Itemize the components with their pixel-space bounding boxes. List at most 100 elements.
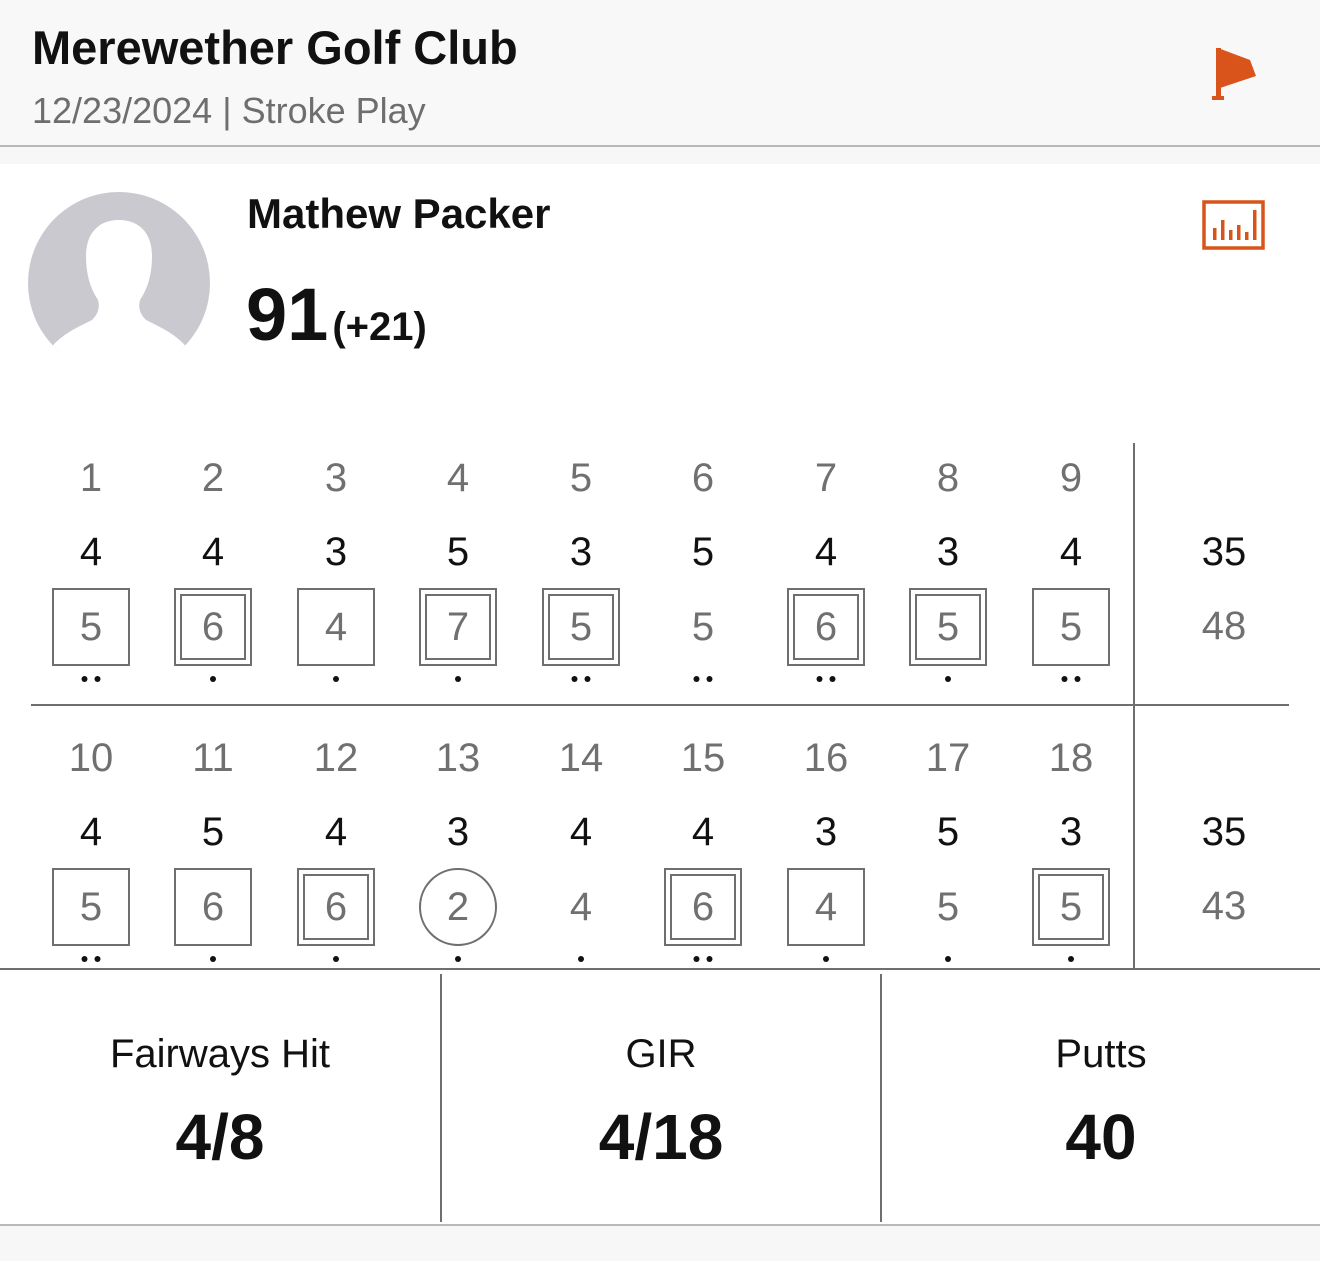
subtitle-separator: | bbox=[222, 90, 232, 131]
hole-par: 3 bbox=[324, 530, 348, 574]
hole-number: 11 bbox=[192, 736, 234, 780]
flag-icon[interactable] bbox=[1206, 42, 1262, 104]
hole-number: 16 bbox=[803, 736, 849, 780]
hole-par: 5 bbox=[691, 530, 715, 574]
putt-dot bbox=[210, 676, 216, 682]
hole-score[interactable]: 5 bbox=[909, 588, 987, 666]
hole-score-value: 6 bbox=[814, 604, 838, 649]
putt-dot bbox=[333, 676, 339, 682]
hole-score[interactable]: 6 bbox=[664, 868, 742, 946]
hole-score-value: 2 bbox=[446, 884, 470, 929]
hole-score[interactable]: 6 bbox=[174, 588, 252, 666]
nine-score-total: 48 bbox=[1201, 604, 1247, 648]
putt-dots bbox=[333, 956, 339, 964]
hole-score-value: 4 bbox=[569, 884, 593, 929]
hole-score[interactable]: 5 bbox=[542, 588, 620, 666]
putt-dot bbox=[1061, 676, 1068, 682]
putt-dot bbox=[333, 956, 339, 962]
hole-score-value: 4 bbox=[324, 604, 348, 649]
hole-number: 7 bbox=[814, 456, 838, 500]
putt-dots bbox=[571, 676, 591, 684]
round-header: Merewether Golf Club 12/23/2024 | Stroke… bbox=[0, 0, 1320, 147]
hole-score[interactable]: 6 bbox=[787, 588, 865, 666]
hole-number: 8 bbox=[936, 456, 960, 500]
hole-score-value: 5 bbox=[1059, 604, 1083, 649]
hole-score-value: 6 bbox=[201, 604, 225, 649]
putt-dot bbox=[693, 676, 700, 682]
putt-dots bbox=[210, 956, 216, 964]
hole-score[interactable]: 5 bbox=[52, 868, 130, 946]
hole-score-value: 7 bbox=[446, 604, 470, 649]
nine-score-total: 43 bbox=[1201, 884, 1247, 928]
hole-par: 4 bbox=[569, 810, 593, 854]
putt-dot bbox=[578, 956, 584, 962]
hole-score[interactable]: 5 bbox=[1032, 588, 1110, 666]
hole-score[interactable]: 2 bbox=[419, 868, 497, 946]
putt-dots bbox=[816, 676, 836, 684]
round-date: 12/23/2024 bbox=[32, 90, 213, 131]
hole-score[interactable]: 4 bbox=[542, 868, 620, 946]
hole-score[interactable]: 4 bbox=[787, 868, 865, 946]
hole-number: 10 bbox=[68, 736, 114, 780]
hole-score-value: 5 bbox=[1059, 884, 1083, 929]
fairways-hit-value: 4/8 bbox=[175, 1101, 265, 1173]
fairways-hit-label: Fairways Hit bbox=[109, 1032, 331, 1076]
putt-dots bbox=[455, 956, 461, 964]
nine-par-total: 35 bbox=[1201, 530, 1247, 574]
hole-number: 4 bbox=[446, 456, 470, 500]
hole-number: 14 bbox=[558, 736, 604, 780]
hole-score[interactable]: 4 bbox=[297, 588, 375, 666]
hole-score-value: 6 bbox=[324, 884, 348, 929]
hole-number: 13 bbox=[435, 736, 481, 780]
hole-par: 4 bbox=[324, 810, 348, 854]
putt-dots bbox=[693, 956, 713, 964]
putt-dots bbox=[823, 956, 829, 964]
fairways-hit-stat: Fairways Hit 4/8 bbox=[0, 974, 440, 1222]
nine-divider bbox=[31, 704, 1289, 706]
putt-dots bbox=[945, 956, 951, 964]
putt-dots bbox=[81, 956, 101, 964]
putt-dot bbox=[823, 956, 829, 962]
putt-dot bbox=[1068, 956, 1074, 962]
hole-par: 4 bbox=[201, 530, 225, 574]
putt-dots bbox=[1068, 956, 1074, 964]
putt-dot bbox=[81, 676, 88, 682]
putt-dots bbox=[210, 676, 216, 684]
hole-number: 1 bbox=[79, 456, 103, 500]
hole-number: 12 bbox=[313, 736, 359, 780]
hole-score[interactable]: 5 bbox=[664, 588, 742, 666]
hole-par: 4 bbox=[1059, 530, 1083, 574]
hole-score-value: 6 bbox=[201, 884, 225, 929]
putt-dot bbox=[706, 676, 713, 682]
putt-dot bbox=[945, 956, 951, 962]
hole-score[interactable]: 7 bbox=[419, 588, 497, 666]
hole-number: 2 bbox=[201, 456, 225, 500]
hole-score[interactable]: 6 bbox=[174, 868, 252, 946]
stats-divider bbox=[0, 968, 1320, 970]
putt-dot bbox=[81, 956, 88, 962]
putt-dot bbox=[584, 676, 591, 682]
hole-score[interactable]: 5 bbox=[909, 868, 987, 946]
putt-dots bbox=[1061, 676, 1081, 684]
course-name: Merewether Golf Club bbox=[32, 21, 518, 74]
player-scorecard: Mathew Packer 91 (+21) 145246334457535655… bbox=[0, 164, 1320, 1226]
hole-par: 4 bbox=[79, 810, 103, 854]
hole-score-value: 5 bbox=[936, 604, 960, 649]
putts-label: Putts bbox=[1055, 1032, 1147, 1076]
putt-dot bbox=[455, 676, 461, 682]
putt-dot bbox=[210, 956, 216, 962]
hole-score[interactable]: 5 bbox=[1032, 868, 1110, 946]
hole-number: 15 bbox=[680, 736, 726, 780]
putt-dot bbox=[94, 676, 101, 682]
putt-dot bbox=[455, 956, 461, 962]
putt-dot bbox=[94, 956, 101, 962]
hole-par: 3 bbox=[814, 810, 838, 854]
hole-par: 3 bbox=[569, 530, 593, 574]
putt-dot bbox=[829, 676, 836, 682]
hole-score[interactable]: 6 bbox=[297, 868, 375, 946]
putt-dot bbox=[816, 676, 823, 682]
gir-value: 4/18 bbox=[598, 1101, 724, 1173]
putt-dot bbox=[571, 676, 578, 682]
hole-score[interactable]: 5 bbox=[52, 588, 130, 666]
putt-dots bbox=[693, 676, 713, 684]
